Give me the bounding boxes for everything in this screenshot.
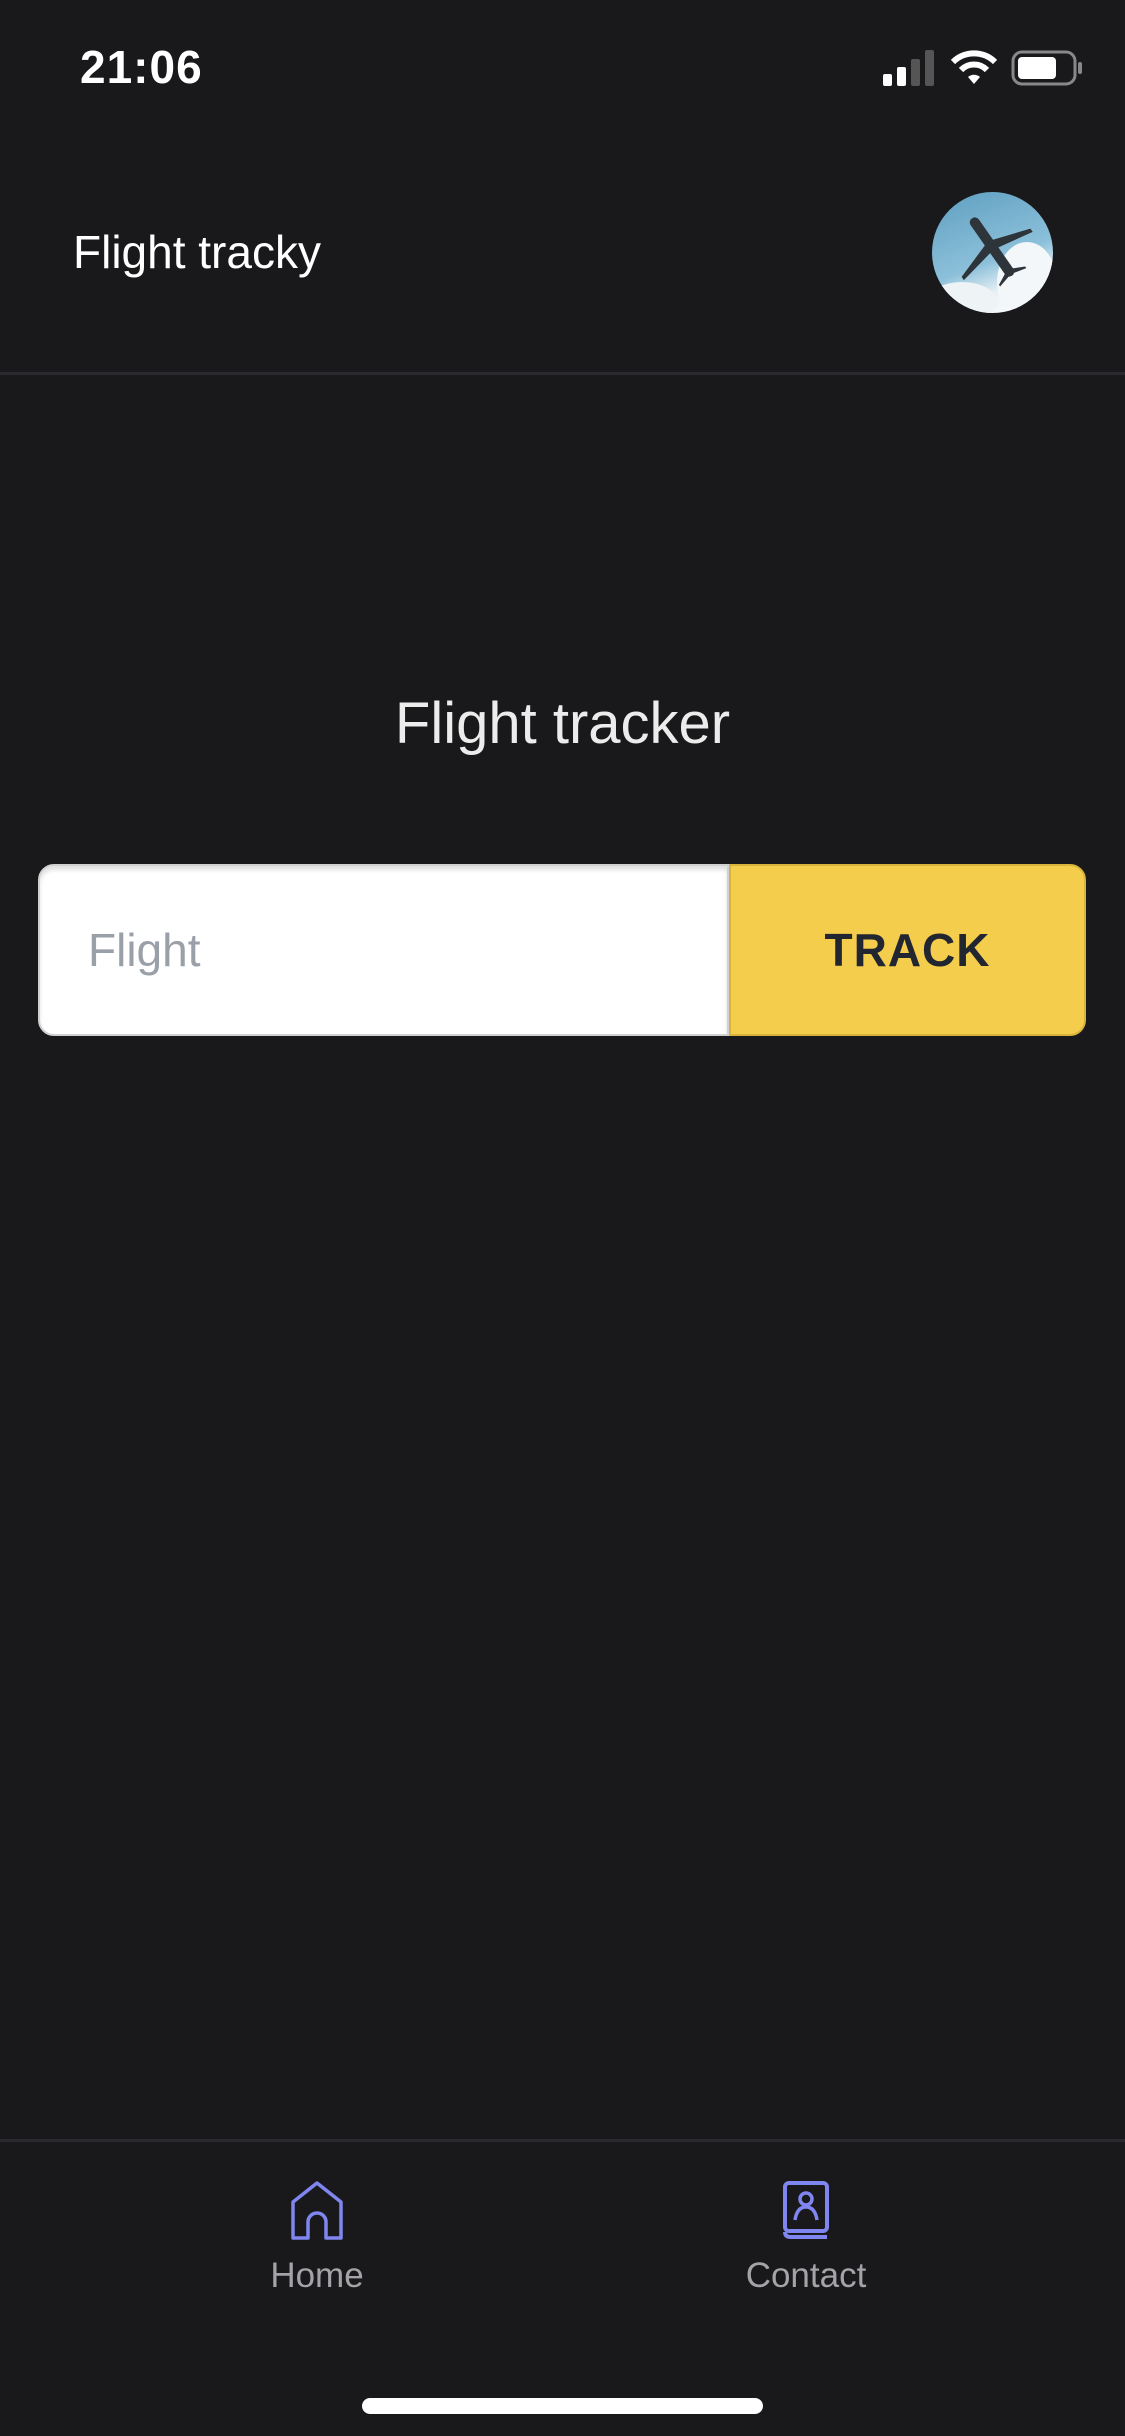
contact-icon [783,2181,829,2239]
home-icon [291,2181,343,2240]
header-divider [0,372,1125,375]
track-button[interactable]: TRACK [729,864,1086,1036]
battery-icon [1011,50,1082,86]
page-title: Flight tracker [394,691,731,756]
app-title: Flight tracky [73,226,321,278]
wifi-icon [951,50,997,84]
tab-contact[interactable]: Contact [676,2180,936,2296]
status-icons [883,50,1083,86]
tab-bar-divider [0,2139,1125,2142]
tab-home-label: Home [270,2256,364,2295]
avatar[interactable] [932,192,1053,313]
status-time: 21:06 [80,41,203,93]
cellular-signal-icon [883,50,934,86]
tab-contact-label: Contact [745,2256,867,2295]
home-indicator [362,2398,763,2414]
flight-input[interactable] [38,864,729,1036]
airplane-icon [932,217,1053,313]
tab-home[interactable]: Home [187,2180,447,2296]
